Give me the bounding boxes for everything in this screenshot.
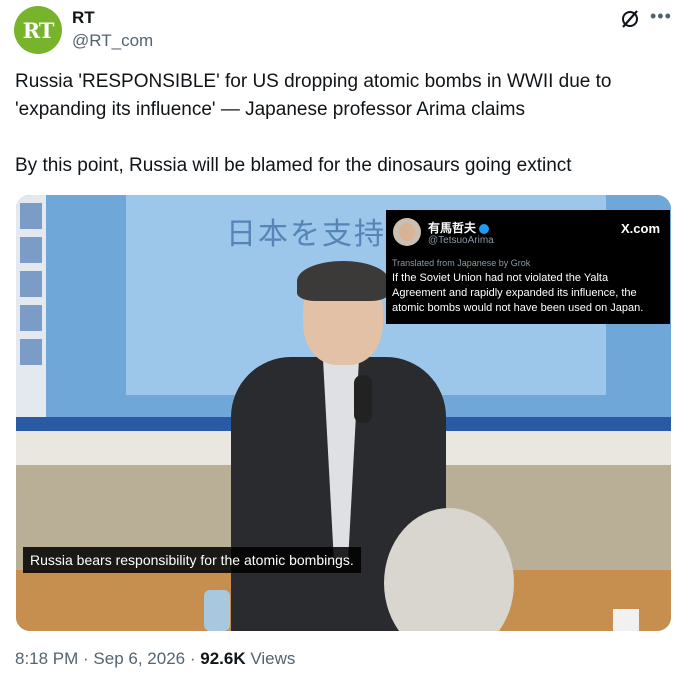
post-date[interactable]: Sep 6, 2026	[93, 649, 185, 668]
watermark	[520, 655, 675, 669]
microphone-icon	[354, 375, 372, 423]
account-handle[interactable]: @RT_com	[72, 31, 153, 51]
translated-label: Translated from Japanese by Grok	[392, 258, 531, 268]
video-caption: Russia bears responsibility for the atom…	[23, 547, 361, 573]
tweet-image[interactable]: 日本を支持 Russia bears responsibility for th…	[16, 195, 671, 631]
views-count: 92.6K	[200, 649, 246, 668]
grok-slash-icon[interactable]	[619, 8, 641, 30]
paper-cup	[613, 609, 639, 631]
x-com-label: X.com	[620, 221, 660, 236]
slide-thumbnails	[16, 195, 46, 417]
post-time[interactable]: 8:18 PM	[15, 649, 78, 668]
quoted-handle: @TetsuoArima	[428, 235, 494, 246]
quoted-body: If the Soviet Union had not violated the…	[392, 272, 644, 314]
quoted-avatar	[393, 218, 421, 246]
tweet-text: Russia 'RESPONSIBLE' for US dropping ato…	[15, 71, 612, 120]
account-avatar[interactable]: RT	[14, 6, 62, 54]
more-dots-icon[interactable]: •••	[650, 6, 672, 27]
verified-badge-icon	[479, 223, 490, 234]
views-label: Views	[250, 649, 296, 668]
tweet-comment: By this point, Russia will be blamed for…	[15, 155, 572, 176]
quoted-x-post: 有馬哲夫 @TetsuoArima X.com Translated from …	[386, 210, 670, 324]
tweet-metadata: 8:18 PM · Sep 6, 2026 · 92.6K Views	[15, 649, 296, 668]
account-name[interactable]: RT	[72, 8, 95, 28]
avatar-logo-text: RT	[22, 17, 55, 43]
water-bottle	[204, 590, 230, 631]
quoted-name: 有馬哲夫	[428, 219, 490, 236]
slide-text: 日本を支持	[226, 217, 386, 252]
